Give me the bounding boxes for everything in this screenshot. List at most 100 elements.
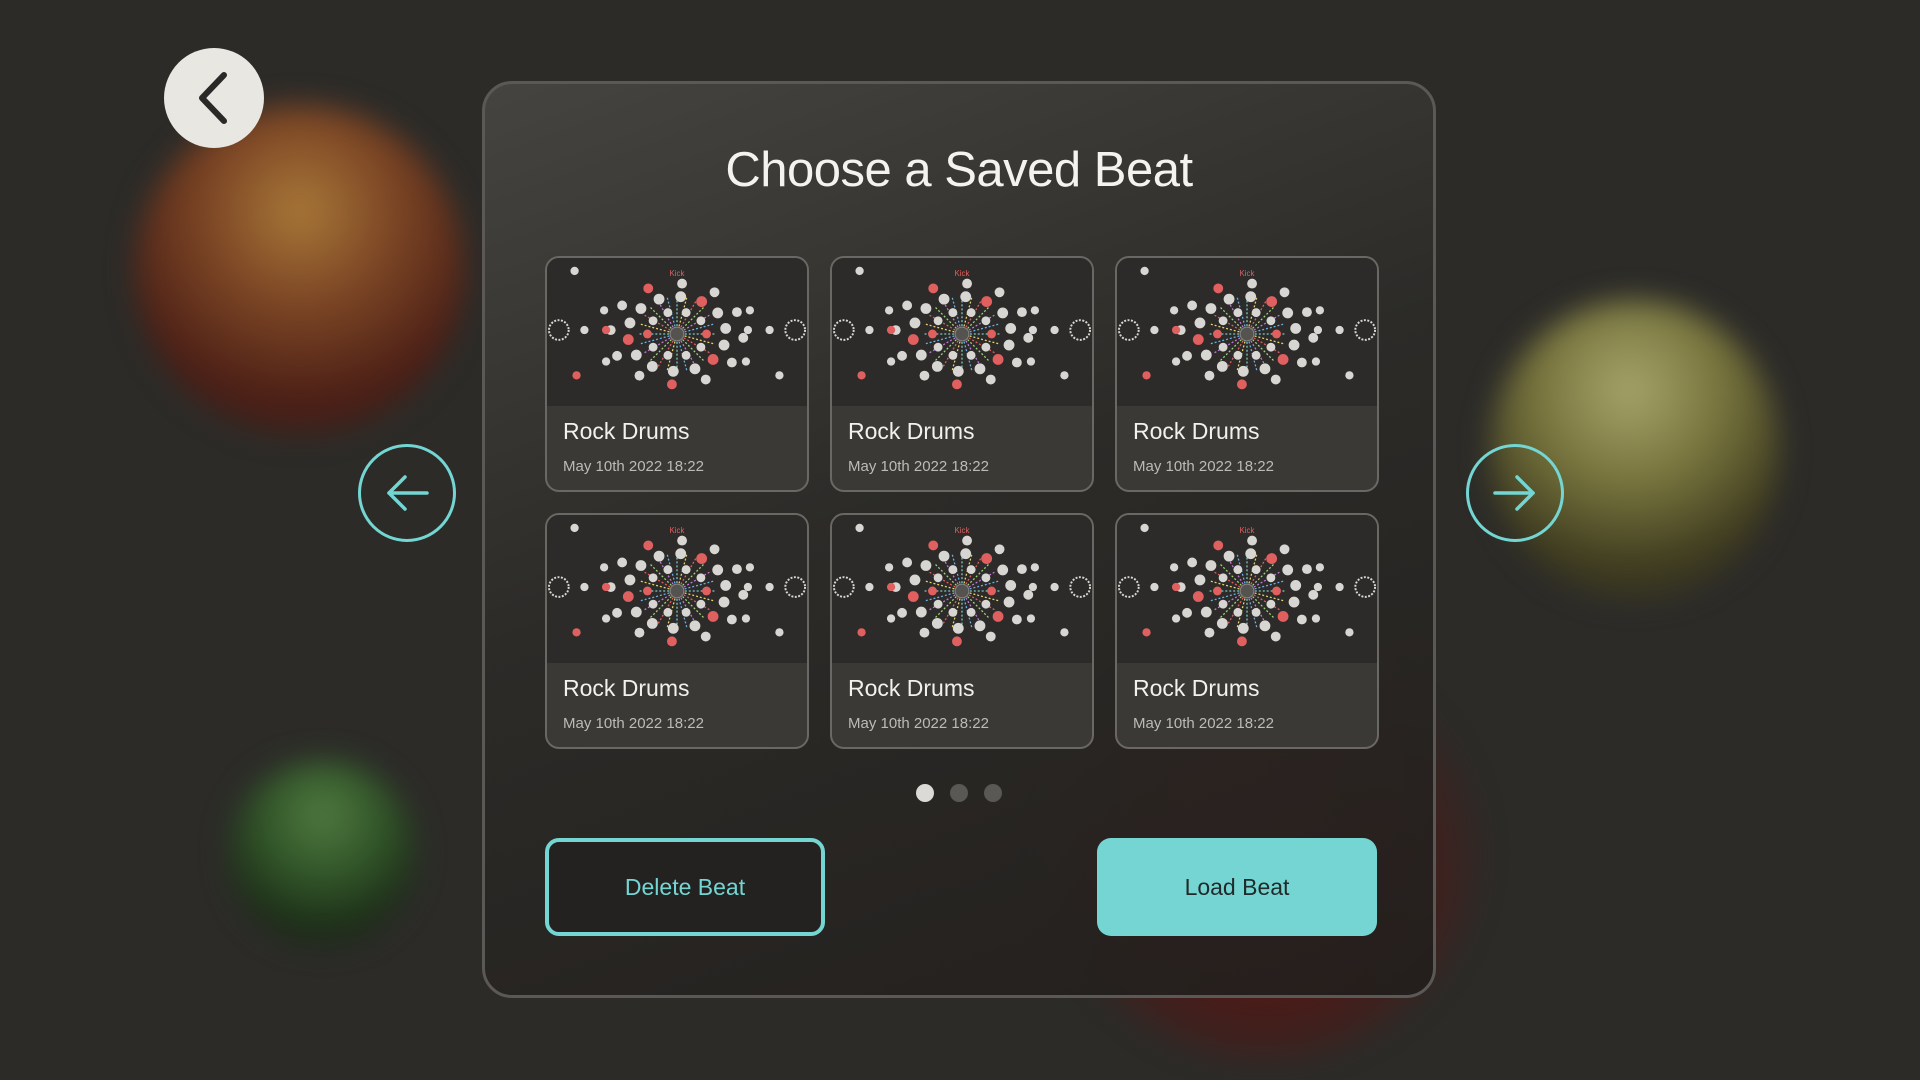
thumb-step-dot xyxy=(681,308,691,318)
thumb-control-dot xyxy=(865,325,874,335)
saved-beats-dialog: Choose a Saved Beat Kick Rock Drums May 10… xyxy=(482,81,1436,998)
thumb-step-dot xyxy=(1213,283,1224,294)
thumb-step-dot xyxy=(928,329,937,339)
beat-card[interactable]: Kick Rock Drums May 10th 2022 18:22 xyxy=(830,513,1094,749)
thumb-step-dot xyxy=(667,379,677,390)
thumb-step-dot xyxy=(907,591,919,602)
thumb-step-dot xyxy=(938,550,950,562)
thumb-step-dot xyxy=(689,620,701,632)
thumb-control-dot xyxy=(884,563,894,572)
thumb-step-dot xyxy=(681,565,691,575)
thumb-step-dot xyxy=(1251,565,1261,575)
thumb-step-dot xyxy=(1005,580,1017,591)
thumb-control-dot xyxy=(1313,325,1323,335)
thumb-step-dot xyxy=(1251,350,1261,360)
thumb-step-dot xyxy=(915,349,927,361)
thumb-step-dot xyxy=(707,354,719,365)
thumb-step-dot xyxy=(985,374,996,385)
thumb-step-dot xyxy=(634,627,645,638)
thumb-step-dot xyxy=(1266,573,1276,583)
thumb-step-dot xyxy=(1245,291,1257,303)
thumb-step-dot xyxy=(624,574,636,586)
thumb-center xyxy=(669,326,685,342)
thumb-control-dot xyxy=(570,523,579,533)
thumb-control-dot xyxy=(1169,563,1179,572)
thumb-step-dot xyxy=(646,617,658,629)
beat-pattern-thumbnail: Kick xyxy=(1117,266,1377,390)
thumb-step-dot xyxy=(702,586,711,596)
thumb-step-dot xyxy=(948,565,958,575)
thumb-step-dot xyxy=(1023,332,1034,343)
back-button[interactable] xyxy=(164,48,264,148)
thumb-control-dot xyxy=(855,266,864,276)
thumb-control-dot xyxy=(599,306,609,315)
previous-page-button[interactable] xyxy=(358,444,456,542)
beat-card[interactable]: Kick Rock Drums May 10th 2022 18:22 xyxy=(545,513,809,749)
thumb-control-dot xyxy=(1171,614,1181,623)
thumb-step-dot xyxy=(696,573,706,583)
load-beat-button[interactable]: Load Beat xyxy=(1097,838,1377,936)
pagination-dots xyxy=(485,784,1433,802)
thumb-step-dot xyxy=(952,365,964,377)
beat-card[interactable]: Kick Rock Drums May 10th 2022 18:22 xyxy=(830,256,1094,492)
beat-name: Rock Drums xyxy=(848,675,975,701)
thumb-step-dot xyxy=(1216,617,1228,629)
beat-card[interactable]: Kick Rock Drums May 10th 2022 18:22 xyxy=(1115,256,1379,492)
thumb-step-dot xyxy=(700,631,711,642)
thumb-step-dot xyxy=(994,287,1005,298)
thumb-step-dot xyxy=(709,287,720,298)
beat-name: Rock Drums xyxy=(848,418,975,444)
thumb-step-dot xyxy=(997,564,1009,576)
thumb-step-dot xyxy=(707,611,719,622)
thumb-step-dot xyxy=(1017,564,1027,575)
background-orb-orange xyxy=(135,105,465,435)
thumb-step-dot xyxy=(667,636,677,647)
arrow-right-icon xyxy=(1493,475,1535,511)
thumb-control-dot xyxy=(1313,582,1323,592)
thumb-control-dot xyxy=(1142,628,1151,637)
thumb-step-dot xyxy=(677,535,687,546)
thumb-step-dot xyxy=(928,586,937,596)
pagination-dot[interactable] xyxy=(916,784,934,802)
thumb-step-dot xyxy=(1272,329,1281,339)
thumb-step-dot xyxy=(1270,374,1281,385)
thumb-step-dot xyxy=(617,300,628,311)
delete-beat-button[interactable]: Delete Beat xyxy=(545,838,825,936)
thumb-step-dot xyxy=(1302,307,1312,318)
thumb-step-dot xyxy=(1282,307,1294,319)
thumb-step-dot xyxy=(897,350,907,361)
thumb-side-dial xyxy=(547,319,570,341)
thumb-center xyxy=(954,326,970,342)
beat-card[interactable]: Kick Rock Drums May 10th 2022 18:22 xyxy=(545,256,809,492)
beat-card[interactable]: Kick Rock Drums May 10th 2022 18:22 xyxy=(1115,513,1379,749)
thumb-control-dot xyxy=(572,628,581,637)
thumb-step-dot xyxy=(966,565,976,575)
thumb-track-label: Kick xyxy=(670,269,685,278)
pagination-dot[interactable] xyxy=(984,784,1002,802)
thumb-step-dot xyxy=(981,599,991,609)
thumb-step-dot xyxy=(1213,540,1224,551)
thumb-step-dot xyxy=(1218,599,1228,609)
pagination-dot[interactable] xyxy=(950,784,968,802)
thumb-step-dot xyxy=(634,370,645,381)
thumb-step-dot xyxy=(909,574,921,586)
thumb-step-dot xyxy=(985,631,996,642)
next-page-button[interactable] xyxy=(1466,444,1564,542)
beat-pattern-thumbnail: Kick xyxy=(547,523,807,647)
thumb-control-dot xyxy=(775,628,784,637)
thumb-step-dot xyxy=(663,350,673,360)
thumb-step-dot xyxy=(696,553,708,564)
thumb-step-dot xyxy=(962,535,972,546)
thumb-step-dot xyxy=(1266,342,1276,352)
thumb-step-dot xyxy=(1187,557,1198,568)
thumb-step-dot xyxy=(1216,360,1228,372)
thumb-side-dial xyxy=(832,576,855,598)
thumb-step-dot xyxy=(960,291,972,303)
thumb-step-dot xyxy=(981,553,993,564)
thumb-step-dot xyxy=(663,308,673,318)
thumb-step-dot xyxy=(1204,370,1215,381)
thumb-step-dot xyxy=(1279,544,1290,555)
thumb-control-dot xyxy=(765,325,774,335)
thumb-control-dot xyxy=(1026,357,1036,366)
thumb-control-dot xyxy=(1050,582,1059,592)
